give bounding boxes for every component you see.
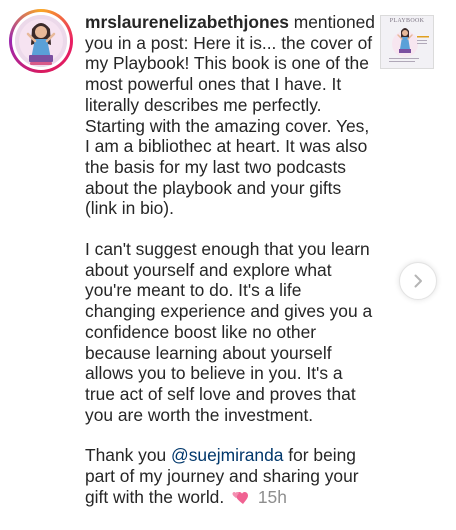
notification-text: mrslaurenelizabethjones mentioned you in… (85, 12, 375, 507)
paragraph-3: Thank you @suejmiranda for being part of… (85, 445, 375, 507)
mention-link[interactable]: @suejmiranda (171, 445, 283, 465)
action-text: mentioned you in a post: Here it is... t… (85, 12, 375, 219)
next-button[interactable] (399, 262, 437, 300)
thank-you-text: Thank you (85, 445, 172, 466)
avatar-image (15, 15, 67, 67)
avatar[interactable] (9, 9, 73, 73)
profile-illustration-icon (15, 15, 67, 67)
thumbnail-title: PLAYBOOK (389, 18, 425, 24)
paragraph-2: I can't suggest enough that you learn ab… (85, 239, 373, 425)
chevron-right-icon (414, 274, 422, 288)
post-thumbnail[interactable]: PLAYBOOK (380, 15, 434, 69)
avatar-inner (12, 12, 70, 70)
username-link[interactable]: mrslaurenelizabethjones (85, 12, 289, 32)
timestamp: 15h (257, 486, 287, 507)
two-hearts-icon (232, 491, 249, 504)
paragraph-1: mrslaurenelizabethjones mentioned you in… (85, 12, 375, 219)
